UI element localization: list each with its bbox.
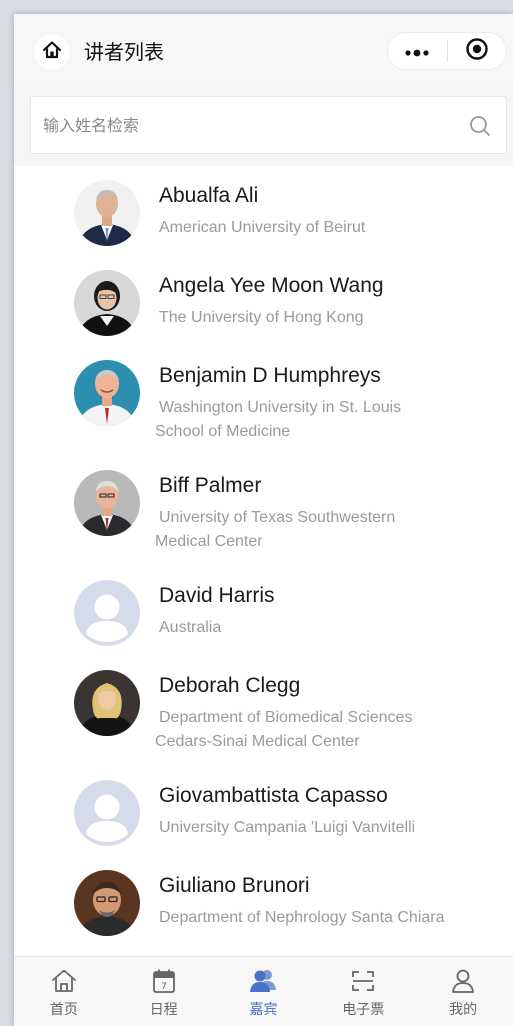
speaker-name: Biff Palmer (159, 474, 262, 497)
speaker-affiliation: American University of Beirut (159, 219, 366, 236)
speaker-name: Benjamin D Humphreys (159, 364, 381, 387)
calendar-icon: 7 (149, 966, 179, 996)
speaker-affiliation: Australia (159, 619, 222, 636)
search-area (14, 86, 513, 166)
speaker-name: Giovambattista Capasso (159, 784, 388, 807)
home-outline-icon (49, 966, 79, 996)
avatar (74, 670, 140, 736)
speaker-affiliation: Washington University in St. Louis Schoo… (155, 399, 402, 440)
avatar (74, 360, 140, 426)
target-close-icon (465, 37, 489, 65)
mini-program-capsule (387, 32, 507, 70)
navigation-bar: 讲者列表 (14, 14, 513, 86)
search-box (30, 96, 507, 154)
tab-guests[interactable]: 嘉宾 (214, 957, 314, 1026)
tab-label: 嘉宾 (249, 1002, 278, 1018)
speaker-affiliation: Department of Biomedical Sciences Cedars… (155, 709, 413, 750)
default-avatar-icon (74, 580, 140, 646)
app-frame: 讲者列表 输入姓名检索 Abualfa Ali American Univers… (14, 14, 513, 1026)
more-dots-icon (404, 42, 430, 61)
tab-schedule[interactable]: 7 日程 (114, 957, 214, 1026)
guests-icon (248, 966, 278, 996)
speaker-item[interactable]: Biff Palmer University of Texas Southwes… (14, 456, 513, 566)
tab-home[interactable]: 首页 (14, 957, 114, 1026)
search-input[interactable] (43, 97, 443, 153)
speaker-item[interactable]: Benjamin D Humphreys Washington Universi… (14, 346, 513, 456)
speaker-affiliation: University Campania 'Luigi Vanvitelli (159, 819, 416, 836)
tab-label: 电子票 (342, 1002, 385, 1018)
speaker-name: Giuliano Brunori (159, 874, 310, 897)
tab-profile[interactable]: 我的 (413, 957, 513, 1026)
home-button[interactable] (34, 34, 70, 70)
home-icon (42, 40, 62, 64)
speaker-item[interactable]: Abualfa Ali American University of Beiru… (14, 166, 513, 256)
svg-text:7: 7 (161, 982, 167, 992)
speaker-name: David Harris (159, 584, 275, 607)
speaker-affiliation: The University of Hong Kong (159, 309, 364, 326)
speaker-name: Angela Yee Moon Wang (159, 274, 384, 297)
tab-label: 首页 (49, 1002, 78, 1018)
speaker-item[interactable]: David Harris Australia (14, 566, 513, 656)
ticket-scan-icon (348, 966, 378, 996)
speaker-name: Deborah Clegg (159, 674, 301, 697)
tab-label: 日程 (149, 1002, 178, 1018)
speaker-affiliation: Department of Nephrology Santa Chiara (159, 909, 445, 926)
profile-icon (448, 966, 478, 996)
avatar (74, 270, 140, 336)
speaker-item[interactable]: Giovambattista Capasso University Campan… (14, 766, 513, 856)
speaker-item[interactable]: Giuliano Brunori Department of Nephrolog… (14, 856, 513, 946)
speaker-list: Abualfa Ali American University of Beiru… (14, 166, 513, 956)
page-title: 讲者列表 (84, 40, 164, 64)
speaker-item[interactable]: Angela Yee Moon Wang The University of H… (14, 256, 513, 346)
speaker-item[interactable]: Deborah Clegg Department of Biomedical S… (14, 656, 513, 766)
avatar (74, 870, 140, 936)
speaker-affiliation: University of Texas Southwestern Medical… (155, 509, 396, 550)
default-avatar-icon (74, 780, 140, 846)
avatar (74, 470, 140, 536)
search-icon[interactable] (468, 114, 492, 138)
bottom-tab-bar: 首页 7 日程 嘉宾 电子票 我的 (14, 956, 513, 1026)
avatar (74, 180, 140, 246)
more-button[interactable] (388, 33, 447, 69)
tab-label: 我的 (449, 1002, 478, 1018)
close-button[interactable] (448, 33, 507, 69)
speaker-name: Abualfa Ali (159, 184, 259, 207)
tab-eticket[interactable]: 电子票 (313, 957, 413, 1026)
